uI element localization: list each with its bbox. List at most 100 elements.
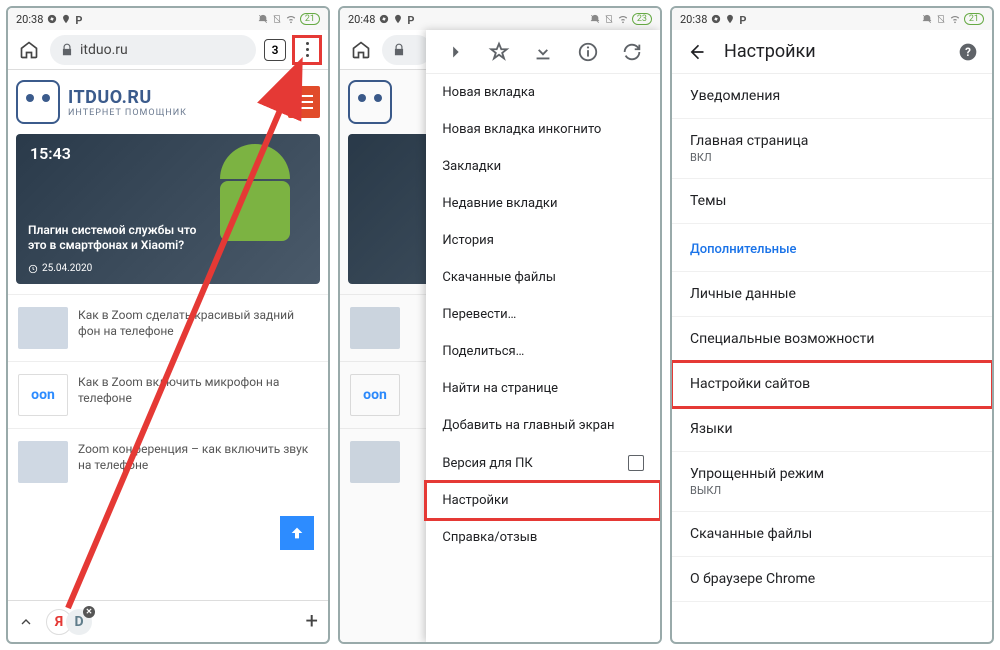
phone-2: 20:48 P 23 oon [338,6,662,644]
sitem-homepage[interactable]: Главная страницаВКЛ [672,119,992,179]
phone-1: 20:38 P 21 itduo.ru 3 [6,6,330,644]
info-icon[interactable] [577,41,599,63]
sitem-notifications[interactable]: Уведомления [672,74,992,119]
compass-icon [47,14,57,24]
sitem-lite[interactable]: Упрощенный режимВЫКЛ [672,452,992,512]
menu-item-addhome[interactable]: Добавить на главный экран [426,407,660,444]
status-time: 20:38 [16,13,43,26]
card-text: Zoom конференция – как включить звук на … [78,441,318,473]
status-bar: 20:38 P 21 [8,8,328,30]
clock-icon [28,264,38,274]
site-name: ITDUO.RU [68,87,187,108]
hero-card[interactable]: 15:43 Плагин системой службы что это в с… [16,134,320,284]
yandex-chip[interactable]: Я D [46,609,92,635]
wifi-icon [286,14,296,24]
hamburger-button[interactable] [288,86,320,118]
url-bar[interactable] [382,35,432,65]
article-card[interactable]: Как в Zoom сделать красивый задний фон н… [8,294,328,361]
menu-item-translate[interactable]: Перевести… [426,296,660,333]
no-sim-icon [936,14,946,24]
forward-icon[interactable] [444,41,466,63]
menu-item-downloads[interactable]: Скачанные файлы [426,259,660,296]
lock-icon [60,43,74,57]
sitem-languages[interactable]: Языки [672,407,992,452]
do-not-disturb-icon [258,14,268,24]
overflow-menu: Новая вкладка Новая вкладка инкогнито За… [426,30,660,642]
checkbox-icon[interactable] [628,455,644,471]
location-icon [725,14,735,24]
sitem-accessibility[interactable]: Специальные возможности [672,317,992,362]
download-icon[interactable] [532,41,554,63]
p-icon: P [75,14,85,24]
menu-item-find[interactable]: Найти на странице [426,370,660,407]
url-bar[interactable]: itduo.ru [50,35,256,65]
no-sim-icon [272,14,282,24]
site-subtitle: ИНТЕРНЕТ ПОМОЩНИК [68,108,187,118]
sitem-site-settings[interactable]: Настройки сайтов [672,362,992,407]
page-content: ITDUO.RU ИНТЕРНЕТ ПОМОЩНИК 15:43 Плагин … [8,70,328,600]
settings-title: Настройки [724,41,816,62]
article-card[interactable]: oon Как в Zoom включить микрофон на теле… [8,361,328,428]
chevron-up-icon[interactable] [18,614,34,630]
svg-text:?: ? [965,45,971,59]
site-header: ITDUO.RU ИНТЕРНЕТ ПОМОЩНИК [8,70,328,134]
p-icon: P [407,14,417,24]
battery-badge: 21 [964,13,984,25]
status-time: 20:38 [680,13,707,26]
add-button[interactable]: + [306,609,318,634]
zoom-thumb-icon: oon [18,374,68,416]
location-icon [61,14,71,24]
menu-list: Новая вкладка Новая вкладка инкогнито За… [426,74,660,642]
robot-logo-icon [16,80,60,124]
no-sim-icon [604,14,614,24]
menu-item-new-tab[interactable]: Новая вкладка [426,74,660,111]
location-icon [393,14,403,24]
article-card[interactable]: Zoom конференция – как включить звук на … [8,428,328,495]
d-icon: D [66,609,92,635]
sitem-personal[interactable]: Личные данные [672,272,992,317]
battery-badge: 21 [300,13,320,25]
menu-item-incognito[interactable]: Новая вкладка инкогнито [426,111,660,148]
tab-count[interactable]: 3 [264,39,286,61]
wifi-icon [950,14,960,24]
wifi-icon [618,14,628,24]
back-icon[interactable] [686,42,706,62]
card-text: Как в Zoom сделать красивый задний фон н… [78,307,318,339]
menu-top-row [426,30,660,74]
hero-time: 15:43 [30,144,71,163]
robot-logo-icon [348,80,392,124]
menu-item-help[interactable]: Справка/отзыв [426,519,660,556]
menu-item-settings[interactable]: Настройки [426,482,660,519]
menu-item-recent[interactable]: Недавние вкладки [426,185,660,222]
menu-item-history[interactable]: История [426,222,660,259]
menu-item-share[interactable]: Поделиться… [426,333,660,370]
home-icon[interactable] [348,37,374,63]
thumb-icon [18,307,68,349]
reload-icon[interactable] [621,41,643,63]
battery-badge: 23 [632,13,652,25]
sitem-downloads[interactable]: Скачанные файлы [672,512,992,557]
sitem-about[interactable]: О браузере Chrome [672,557,992,602]
settings-list: Уведомления Главная страницаВКЛ Темы Доп… [672,74,992,602]
android-icon [210,144,300,264]
scroll-top-button[interactable] [280,516,314,550]
status-time: 20:48 [348,13,375,26]
compass-icon [711,14,721,24]
home-icon[interactable] [16,37,42,63]
sitem-advanced-section: Дополнительные [672,224,992,272]
menu-item-desktop[interactable]: Версия для ПК [426,444,660,482]
bottom-bar: Я D + [8,600,328,642]
lock-icon [392,43,406,57]
menu-dots-button[interactable] [294,37,320,63]
browser-toolbar: itduo.ru 3 [8,30,328,70]
thumb-icon [18,441,68,483]
hero-date: 25.04.2020 [28,263,92,274]
card-text: Как в Zoom включить микрофон на телефоне [78,374,318,406]
sitem-themes[interactable]: Темы [672,179,992,224]
hero-title: Плагин системой службы что это в смартфо… [28,223,210,254]
menu-item-bookmarks[interactable]: Закладки [426,148,660,185]
p-icon: P [739,14,749,24]
phone-3: 20:38 P 21 Настройки ? Уведомления Главн… [670,6,994,644]
star-icon[interactable] [488,41,510,63]
help-icon[interactable]: ? [958,42,978,62]
